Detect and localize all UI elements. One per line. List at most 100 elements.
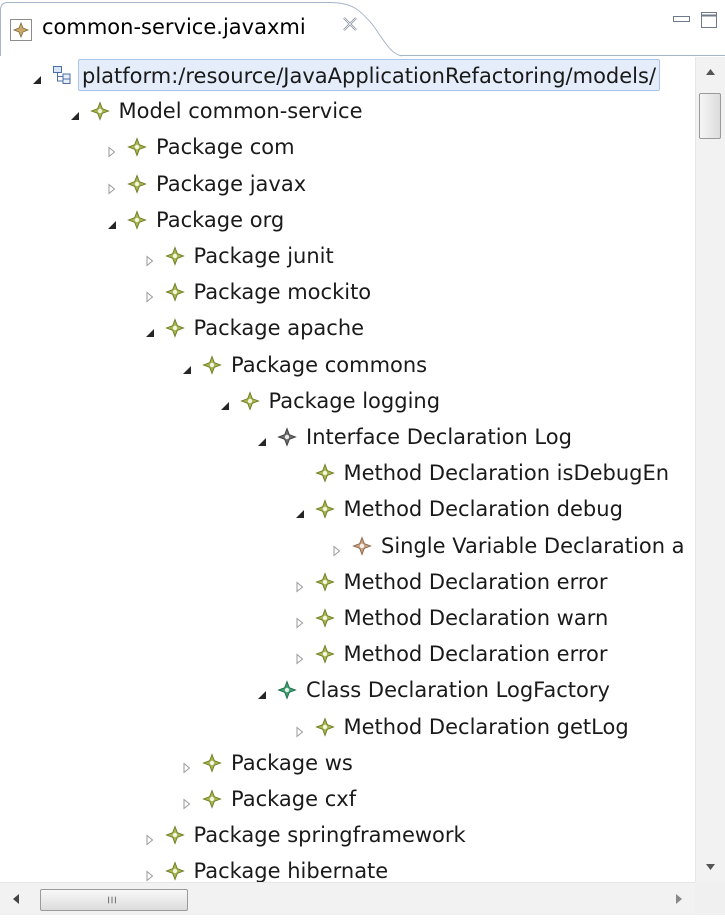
collapsed-arrow-icon[interactable]	[105, 177, 119, 195]
collapsed-arrow-icon[interactable]	[105, 140, 119, 158]
tree-row[interactable]: Package springframework	[0, 817, 695, 853]
tree-node-label[interactable]: Package mockito	[191, 276, 375, 308]
scrollbar-corner	[695, 882, 725, 915]
tree-row[interactable]: Method Declaration warn	[0, 600, 695, 636]
collapsed-arrow-icon[interactable]	[143, 249, 157, 267]
tree-row[interactable]: platform:/resource/JavaApplicationRefact…	[0, 57, 695, 93]
tree-node-label[interactable]: Package springframework	[191, 819, 469, 851]
package-icon	[164, 861, 185, 882]
tree-node-label[interactable]: Package hibernate	[191, 855, 392, 882]
tree-node-label[interactable]: Single Variable Declaration a	[378, 530, 688, 562]
tree-node-label[interactable]: Method Declaration getLog	[341, 711, 632, 743]
package-icon	[202, 789, 222, 809]
tree-node-label[interactable]: Package apache	[191, 312, 368, 344]
tree-node-label[interactable]: Method Declaration warn	[341, 602, 612, 634]
tree-row[interactable]: Package org	[0, 202, 695, 238]
tree-node-label[interactable]: Package junit	[191, 240, 337, 272]
tree-node-label[interactable]: Interface Declaration Log	[303, 421, 575, 453]
collapsed-arrow-icon[interactable]	[180, 792, 194, 810]
scroll-up-arrow-icon[interactable]	[696, 57, 725, 87]
expanded-arrow-icon[interactable]	[293, 502, 307, 519]
tree-row[interactable]: Single Variable Declaration a	[0, 528, 695, 564]
vertical-scroll-thumb[interactable]	[699, 93, 721, 139]
minimize-icon[interactable]	[672, 10, 692, 26]
package-icon	[202, 354, 222, 375]
tree-row[interactable]: Package javax	[0, 166, 695, 202]
tree-row[interactable]: Method Declaration error	[0, 636, 695, 672]
expanded-arrow-icon[interactable]	[105, 213, 119, 229]
collapsed-arrow-icon[interactable]	[143, 828, 157, 846]
tree-row[interactable]: Method Declaration isDebugEn	[0, 455, 695, 491]
tree-row[interactable]: Model common-service	[0, 93, 695, 129]
collapsed-arrow-icon[interactable]	[143, 864, 157, 882]
tree-row[interactable]: Method Declaration error	[0, 564, 695, 600]
package-icon	[202, 753, 222, 773]
tree-row[interactable]: Package mockito	[0, 274, 695, 310]
tree-row[interactable]: Class Declaration LogFactory	[0, 672, 695, 708]
collapsed-arrow-icon[interactable]	[293, 611, 307, 629]
scroll-right-arrow-icon[interactable]	[663, 883, 695, 915]
model-tree[interactable]: platform:/resource/JavaApplicationRefact…	[0, 57, 695, 882]
expanded-arrow-icon[interactable]	[30, 68, 44, 84]
tree-node-label[interactable]: Method Declaration debug	[341, 493, 626, 525]
tree-row[interactable]: Method Declaration getLog	[0, 709, 695, 745]
tree-row[interactable]: Interface Declaration Log	[0, 419, 695, 455]
tree-node-label[interactable]: Method Declaration error	[341, 566, 611, 598]
tree-node-label[interactable]: Package cxf	[228, 783, 359, 815]
method-icon	[314, 463, 335, 483]
tree-row[interactable]: Method Declaration debug	[0, 491, 695, 527]
variable-icon	[352, 535, 372, 556]
editor-tab[interactable]: common-service.javaxmi	[0, 2, 402, 57]
tree-node-label[interactable]: Method Declaration isDebugEn	[341, 457, 673, 489]
package-icon	[164, 825, 185, 845]
tree-node-label[interactable]: Package logging	[266, 385, 444, 417]
tree-node-label[interactable]: Package org	[153, 204, 287, 236]
collapsed-arrow-icon[interactable]	[293, 720, 307, 738]
horizontal-scrollbar[interactable]	[0, 882, 695, 915]
collapsed-arrow-icon[interactable]	[293, 647, 307, 665]
expanded-arrow-icon[interactable]	[255, 430, 269, 446]
tree-node-label[interactable]: platform:/resource/JavaApplicationRefact…	[78, 59, 661, 91]
tree-row[interactable]: Package commons	[0, 347, 695, 383]
tree-node-label[interactable]: Package javax	[153, 168, 309, 200]
close-icon[interactable]	[340, 15, 360, 35]
scroll-down-arrow-icon[interactable]	[696, 852, 725, 882]
tree-node-label[interactable]: Model common-service	[116, 95, 366, 127]
tree-node-label[interactable]: Package commons	[228, 349, 430, 381]
tree-row[interactable]: Package apache	[0, 310, 695, 346]
collapsed-arrow-icon[interactable]	[330, 539, 344, 557]
vertical-scrollbar[interactable]	[695, 57, 725, 882]
method-icon	[314, 608, 335, 628]
expanded-arrow-icon[interactable]	[218, 394, 232, 410]
maximize-icon[interactable]	[700, 10, 718, 28]
resource-set-icon	[52, 65, 72, 85]
interface-icon	[277, 427, 297, 447]
package-icon	[239, 391, 260, 411]
collapsed-arrow-icon[interactable]	[143, 285, 157, 303]
package-icon	[164, 282, 185, 302]
tree-row[interactable]: Package ws	[0, 745, 695, 781]
model-file-icon	[9, 18, 33, 42]
tree-node-label[interactable]: Package ws	[228, 747, 356, 779]
tree-row[interactable]: Package cxf	[0, 781, 695, 817]
method-icon	[314, 716, 335, 737]
tree-row[interactable]: Package com	[0, 129, 695, 165]
expanded-arrow-icon[interactable]	[255, 683, 269, 700]
expanded-arrow-icon[interactable]	[68, 104, 82, 121]
tree-node-label[interactable]: Class Declaration LogFactory	[303, 674, 613, 706]
horizontal-scroll-thumb[interactable]	[40, 889, 188, 911]
method-icon	[314, 572, 335, 592]
tree-node-label[interactable]: Method Declaration error	[341, 638, 611, 670]
tab-title: common-service.javaxmi	[42, 15, 306, 39]
tree-node-label[interactable]: Package com	[153, 131, 298, 163]
collapsed-arrow-icon[interactable]	[180, 756, 194, 774]
editor-tab-bar: common-service.javaxmi	[0, 0, 725, 57]
expanded-arrow-icon[interactable]	[143, 321, 157, 338]
package-icon	[164, 246, 185, 266]
scroll-left-arrow-icon[interactable]	[0, 883, 32, 915]
tree-row[interactable]: Package hibernate	[0, 853, 695, 882]
tree-row[interactable]: Package logging	[0, 383, 695, 419]
collapsed-arrow-icon[interactable]	[293, 575, 307, 593]
tree-row[interactable]: Package junit	[0, 238, 695, 274]
expanded-arrow-icon[interactable]	[180, 358, 194, 374]
